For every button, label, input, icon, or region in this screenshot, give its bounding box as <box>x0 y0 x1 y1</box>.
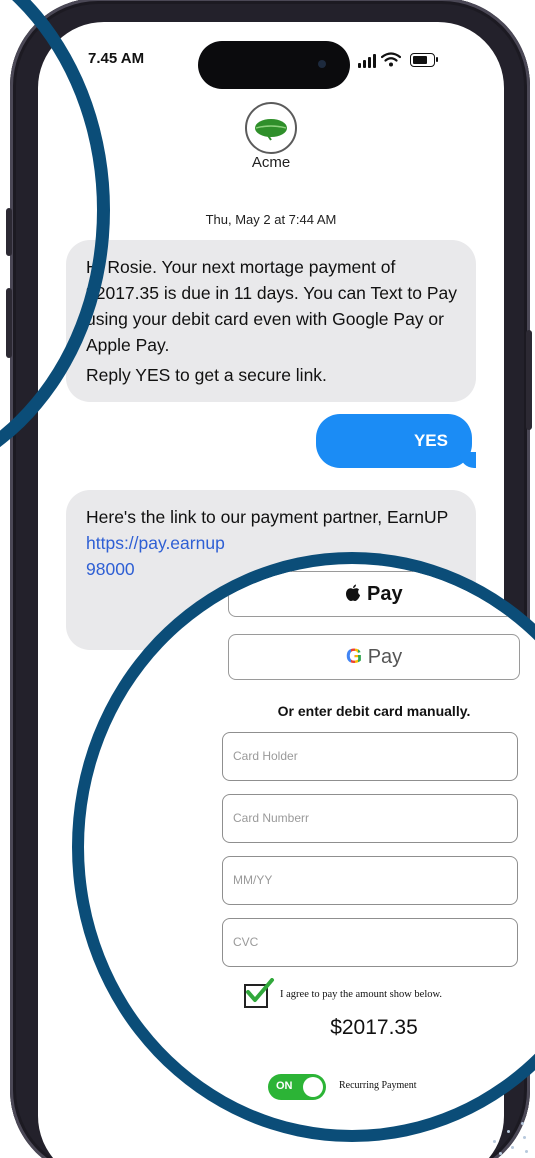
apple-logo-icon <box>346 584 361 601</box>
toggle-knob <box>303 1077 323 1097</box>
google-g-icon: G <box>345 645 363 668</box>
contact-name[interactable]: Acme <box>38 154 504 171</box>
agree-checkbox[interactable] <box>244 978 274 1008</box>
outgoing-message-bubble: YES <box>316 414 476 468</box>
card-number-input[interactable]: Card Numberr <box>222 794 518 843</box>
card-holder-input[interactable]: Card Holder <box>222 732 518 781</box>
toggle-state-label: ON <box>276 1080 293 1092</box>
incoming-message-bubble: Hi Rosie. Your next mortage payment of $… <box>66 240 476 402</box>
google-pay-label: Pay <box>367 646 403 668</box>
payment-link[interactable]: https://pay.earnup <box>86 530 458 556</box>
checkmark-icon <box>246 978 274 1002</box>
magnifier-circle: Pay G Pay Or enter debit card manually. … <box>72 552 535 1142</box>
apple-pay-label: Pay <box>366 583 403 605</box>
cvc-input[interactable]: CVC <box>222 918 518 967</box>
decorative-dots <box>477 1118 531 1158</box>
expiry-input[interactable]: MM/YY <box>222 856 518 905</box>
status-time: 7.45 AM <box>88 50 145 67</box>
dynamic-island <box>198 41 350 89</box>
manual-entry-label: Or enter debit card manually. <box>277 703 471 719</box>
contact-avatar[interactable] <box>245 102 297 154</box>
message-text: Hi Rosie. Your next mortage payment of $… <box>86 257 458 355</box>
outgoing-message-text: YES <box>413 431 448 450</box>
marketing-graphic: 7.45 AM Acme Thu, May 2 at 7:44 AM Hi Ro… <box>0 0 535 1158</box>
apple-pay-button[interactable]: Pay <box>228 571 520 617</box>
wifi-icon <box>381 52 401 67</box>
recurring-payment-label: Recurring Payment <box>339 1080 417 1091</box>
payment-amount: $2017.35 <box>330 1016 418 1039</box>
leaf-icon <box>255 119 287 141</box>
camera-dot <box>318 60 326 68</box>
recurring-payment-toggle[interactable]: ON <box>268 1074 326 1100</box>
message-text: Here's the link to our payment partner, … <box>86 507 449 527</box>
message-text-reply-prompt: Reply YES to get a secure link. <box>86 365 327 385</box>
google-pay-button[interactable]: G Pay <box>228 634 520 680</box>
side-button-right <box>526 330 532 430</box>
battery-icon <box>410 53 438 67</box>
status-icons <box>358 52 468 68</box>
agree-label: I agree to pay the amount show below. <box>280 989 443 1000</box>
payment-form: Pay G Pay Or enter debit card manually. … <box>84 564 535 1130</box>
